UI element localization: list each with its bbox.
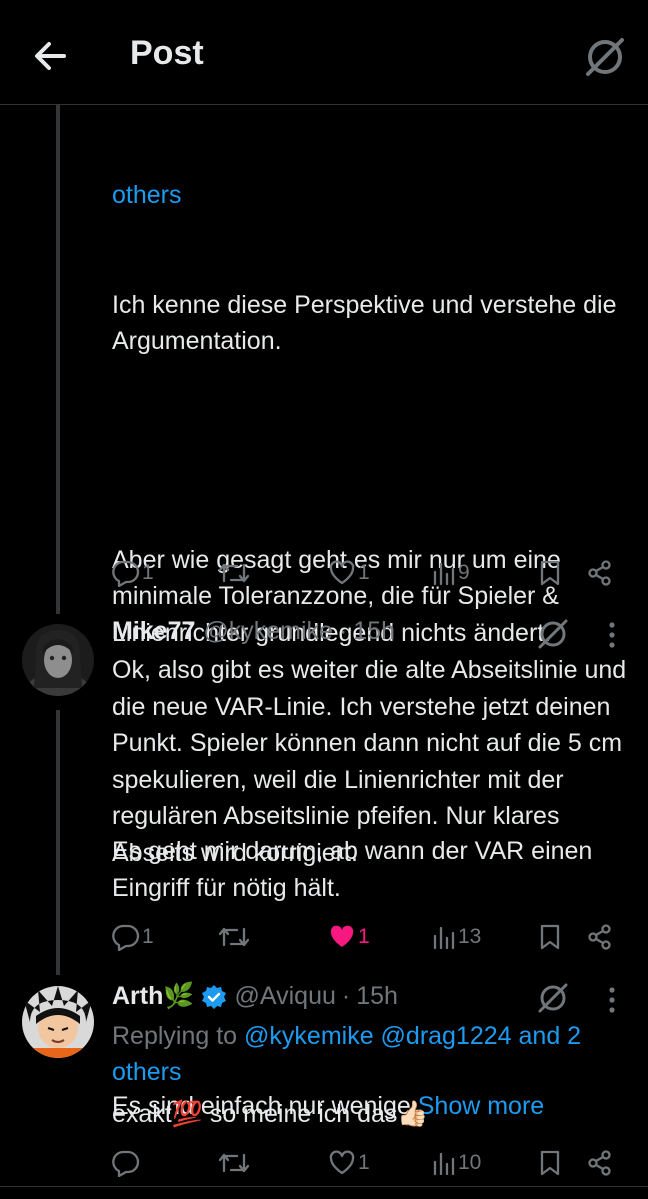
avatar[interactable] — [22, 986, 94, 1058]
arrow-left-icon[interactable] — [30, 36, 70, 76]
reply-button[interactable]: 1 — [112, 556, 154, 590]
share-button[interactable] — [586, 1146, 614, 1180]
replying-to: Replying to @kykemike @drag1224 and 2 ot… — [112, 1022, 582, 1086]
repost-button[interactable] — [218, 1146, 250, 1180]
more-options-icon[interactable] — [604, 985, 620, 1015]
views-icon — [433, 1152, 455, 1176]
top-bar: Post — [0, 0, 648, 105]
share-button[interactable] — [586, 556, 614, 590]
like-button[interactable]: 1 — [328, 920, 370, 954]
heart-filled-icon — [330, 925, 354, 947]
repost-icon — [218, 927, 250, 947]
heart-icon — [329, 560, 355, 585]
separator: · — [338, 617, 348, 645]
replying-users-link[interactable]: @kykemike @drag1224 and 2 — [244, 1022, 581, 1050]
repost-button[interactable] — [218, 920, 250, 954]
separator: · — [341, 982, 351, 1010]
heart-icon — [329, 1150, 355, 1175]
share-icon — [588, 924, 611, 950]
repost-icon — [218, 1153, 250, 1173]
views-icon — [433, 926, 455, 950]
bookmark-icon — [540, 924, 560, 950]
bookmark-icon — [540, 1150, 560, 1176]
replying-others-link[interactable]: others — [112, 1058, 181, 1086]
bookmark-button[interactable] — [538, 1146, 562, 1180]
like-button[interactable]: 1 — [328, 1146, 370, 1180]
page-title: Post — [130, 34, 204, 72]
thread-line — [56, 710, 60, 975]
repost-button[interactable] — [218, 556, 250, 590]
repost-icon — [218, 563, 250, 583]
thread-line — [56, 104, 60, 614]
divider — [0, 1186, 648, 1187]
like-button[interactable]: 1 — [328, 556, 370, 590]
reply-icon — [112, 1150, 140, 1177]
verified-badge-icon[interactable] — [201, 984, 227, 1010]
author-name[interactable]: Mike77 — [112, 617, 195, 646]
views-button[interactable]: 9 — [432, 556, 470, 590]
post-header: Mike77 @kykemike · 15h — [112, 617, 395, 646]
post-header: Arth🌿 @Aviquu · 15h — [112, 982, 398, 1011]
timestamp[interactable]: 15h — [356, 982, 398, 1011]
reply-icon — [112, 924, 140, 951]
timestamp[interactable]: 15h — [353, 617, 395, 646]
reply-button[interactable]: 1 — [112, 920, 154, 954]
bookmark-button[interactable] — [538, 920, 562, 954]
author-name[interactable]: Arth🌿 — [112, 982, 195, 1011]
grok-icon[interactable] — [536, 981, 570, 1015]
others-link[interactable]: others — [112, 177, 632, 214]
post-text: exakt💯 so meine ich das👍🏻 — [112, 1100, 429, 1128]
share-icon — [588, 560, 611, 586]
author-handle[interactable]: @kykemike — [203, 617, 333, 646]
bookmark-icon — [540, 560, 560, 586]
views-button[interactable]: 10 — [432, 1146, 481, 1180]
grok-icon[interactable] — [536, 617, 570, 651]
views-button[interactable]: 13 — [432, 920, 481, 954]
more-options-icon[interactable] — [604, 620, 620, 650]
reply-button[interactable] — [112, 1146, 140, 1180]
grok-icon[interactable] — [582, 34, 628, 80]
reply-icon — [112, 560, 140, 587]
bookmark-button[interactable] — [538, 556, 562, 590]
author-handle[interactable]: @Aviquu — [235, 982, 336, 1011]
post-text: Ok, also gibt es weiter die alte Abseits… — [112, 656, 634, 867]
share-button[interactable] — [586, 920, 614, 954]
views-icon — [433, 562, 455, 586]
avatar[interactable] — [22, 624, 94, 696]
post-paragraph: Ich kenne diese Perspektive und verstehe… — [112, 290, 623, 356]
share-icon — [588, 1150, 611, 1176]
